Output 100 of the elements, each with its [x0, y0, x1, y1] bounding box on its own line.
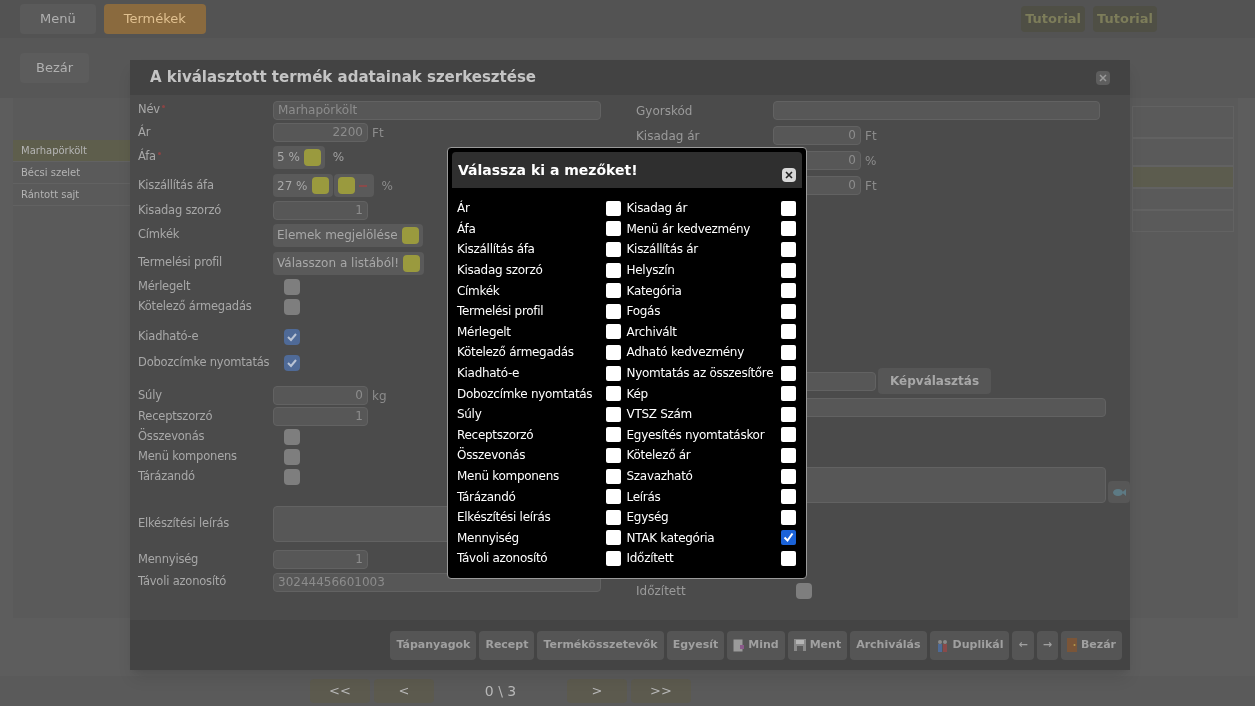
checkbox[interactable]: [284, 329, 300, 345]
dropdown-toggle[interactable]: [401, 226, 419, 244]
field-option-label: Kiszállítás ár: [626, 241, 698, 259]
field-checkbox[interactable]: [605, 530, 621, 546]
field-checkbox[interactable]: [781, 242, 796, 257]
field-checkbox[interactable]: [781, 447, 796, 463]
field-checkbox[interactable]: [605, 447, 621, 463]
dropdown-toggle[interactable]: [303, 148, 321, 166]
next-page-button[interactable]: >: [567, 679, 627, 703]
image-select-button[interactable]: Képválasztás: [878, 368, 992, 394]
nav-tab[interactable]: Menü: [20, 4, 96, 34]
required-mark: [157, 152, 161, 156]
close-button[interactable]: Bezár: [20, 53, 90, 83]
field-checkbox[interactable]: [781, 324, 796, 340]
field-checkbox[interactable]: [605, 262, 621, 278]
product-list-item[interactable]: Marhapörkölt: [13, 140, 130, 162]
close-icon[interactable]: [782, 168, 796, 182]
field-option-label: Egyesítés nyomtatáskor: [626, 426, 765, 444]
checkbox[interactable]: [284, 429, 300, 445]
toolbar-button[interactable]: Duplikál: [929, 630, 1010, 660]
field-label: Távoli azonosító: [138, 573, 228, 591]
field-label: Menü komponens: [138, 448, 238, 466]
field-option-label: Távoli azonosító: [457, 550, 548, 568]
toolbar-button[interactable]: Egyesít: [666, 630, 725, 660]
field-option-label: Kategória: [626, 282, 682, 300]
field-checkbox[interactable]: [781, 406, 796, 422]
unit-label: %: [381, 177, 393, 195]
field-option-label: Helyszín: [626, 262, 675, 280]
field-option-label: Elkészítési leírás: [457, 509, 551, 527]
field-checkbox[interactable]: [605, 200, 621, 216]
field-option-label: Receptszorzó: [457, 426, 534, 444]
dropdown-toggle[interactable]: [337, 177, 355, 194]
toolbar-button[interactable]: Tápanyagok: [390, 630, 477, 660]
checkbox[interactable]: [284, 299, 300, 315]
toolbar-button[interactable]: Archiválás: [850, 630, 927, 660]
field-checkbox[interactable]: [781, 530, 796, 546]
field-checkbox[interactable]: [605, 468, 621, 484]
checkbox[interactable]: [284, 449, 300, 465]
field-option-label: Ár: [457, 199, 470, 218]
toolbar-button[interactable]: Mind: [727, 630, 785, 660]
field-checkbox[interactable]: [781, 509, 796, 525]
unit-label: %: [332, 149, 345, 166]
field-checkbox[interactable]: [781, 283, 796, 299]
field-checkbox[interactable]: [605, 344, 621, 360]
select-field[interactable]: Válasszon a listából!: [273, 251, 425, 275]
select-field[interactable]: 5 %: [273, 145, 325, 169]
toolbar-button[interactable]: Termékösszetevők: [537, 630, 664, 660]
checkbox[interactable]: [284, 469, 300, 485]
dropdown-toggle[interactable]: [403, 254, 421, 272]
toolbar-button[interactable]: Recept: [479, 630, 535, 660]
field-checkbox[interactable]: [781, 550, 796, 566]
people-icon: [935, 638, 949, 652]
field-checkbox[interactable]: [781, 365, 796, 381]
field-option-label: Fogás: [626, 303, 661, 321]
field-checkbox[interactable]: [781, 468, 796, 484]
field-option-label: Nyomtatás az összesítőre: [626, 365, 774, 383]
field-checkbox[interactable]: [781, 344, 796, 360]
field-checkbox[interactable]: [605, 303, 621, 319]
field-checkbox[interactable]: [781, 262, 796, 278]
field-checkbox[interactable]: [781, 221, 796, 237]
select-field[interactable]: Elemek megjelölése: [273, 223, 423, 247]
field-checkbox[interactable]: [781, 489, 796, 505]
field-checkbox[interactable]: [605, 283, 621, 299]
dropdown-toggle[interactable]: [311, 177, 329, 194]
toolbar-button[interactable]: →: [1036, 630, 1058, 660]
field-checkbox[interactable]: [605, 427, 621, 443]
first-page-button[interactable]: <<: [310, 679, 370, 703]
field-label: Címkék: [138, 226, 181, 244]
previous-page-button[interactable]: <: [374, 679, 434, 703]
nav-tab[interactable]: Termékek: [103, 4, 206, 34]
field-checkbox[interactable]: [605, 324, 621, 340]
field-checkbox[interactable]: [781, 386, 796, 402]
field-checkbox[interactable]: [605, 550, 621, 566]
field-label: Kiszállítás áfa: [138, 176, 215, 194]
unit-label: kg: [372, 387, 387, 405]
clear-control[interactable]: [333, 174, 374, 197]
field-checkbox[interactable]: [605, 406, 621, 422]
toolbar-button[interactable]: Bezár: [1060, 630, 1122, 660]
field-checkbox[interactable]: [781, 303, 796, 319]
field-checkbox[interactable]: [605, 489, 621, 505]
checkbox[interactable]: [284, 355, 300, 371]
field-option-label: Mérlegelt: [457, 323, 511, 341]
toolbar-button[interactable]: Ment: [787, 630, 848, 660]
field-checkbox[interactable]: [781, 200, 796, 216]
field-checkbox[interactable]: [605, 242, 621, 257]
field-label: Mennyiség: [138, 550, 200, 568]
field-checkbox[interactable]: [605, 221, 621, 237]
field-option-label: Kötelező ár: [626, 447, 691, 465]
field-label: Kiadható-e: [138, 328, 200, 346]
last-page-button[interactable]: >>: [631, 679, 691, 703]
field-checkbox[interactable]: [605, 509, 621, 525]
field-checkbox[interactable]: [605, 386, 621, 402]
field-checkbox[interactable]: [605, 365, 621, 381]
select-field[interactable]: 27 %: [273, 174, 333, 197]
field-checkbox[interactable]: [781, 427, 796, 443]
toolbar-button[interactable]: ←: [1012, 630, 1034, 660]
checkbox[interactable]: [284, 279, 300, 295]
field-label: Időzített: [636, 583, 687, 600]
checkbox[interactable]: [796, 583, 812, 599]
page-icon: [733, 638, 745, 652]
